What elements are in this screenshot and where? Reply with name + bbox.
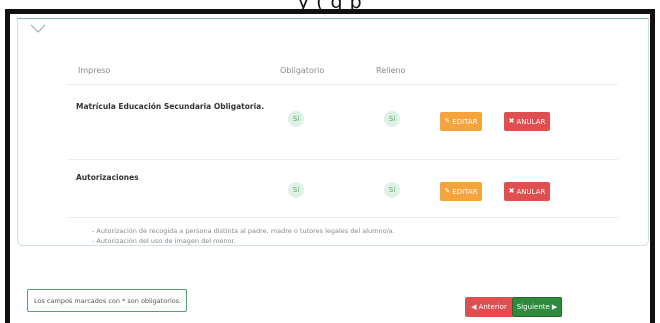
relleno-badge: Sí: [384, 111, 400, 127]
next-button[interactable]: Siguiente ▶: [512, 297, 562, 317]
pencil-icon: ✎: [444, 187, 451, 195]
required-fields-notice: Los campos marcados con * son obligatori…: [27, 289, 187, 312]
pencil-icon: ✎: [444, 117, 451, 125]
previous-button-label: Anterior: [478, 303, 507, 311]
edit-button[interactable]: ✎ EDITAR: [440, 112, 482, 131]
authorization-note: - Autorización de recogida a persona dis…: [92, 227, 395, 235]
cancel-button-label: ANULAR: [516, 187, 546, 196]
divider: [68, 84, 618, 85]
relleno-badge: Sí: [384, 182, 400, 198]
x-icon: ✖: [508, 187, 515, 195]
table-row-title: Matrícula Educación Secundaria Obligator…: [76, 102, 265, 111]
column-header-impreso: Impreso: [78, 66, 111, 75]
previous-button[interactable]: ◀ Anterior: [465, 297, 513, 317]
divider: [68, 217, 618, 218]
cancel-button-label: ANULAR: [516, 117, 546, 126]
edit-button-label: EDITAR: [452, 187, 478, 196]
obligatorio-badge: Sí: [288, 111, 304, 127]
cancel-button[interactable]: ✖ ANULAR: [504, 112, 550, 131]
edit-button-label: EDITAR: [452, 117, 478, 126]
arrow-left-icon: ◀: [471, 302, 477, 311]
column-header-relleno: Relleno: [376, 66, 406, 75]
x-icon: ✖: [508, 117, 515, 125]
cancel-button[interactable]: ✖ ANULAR: [504, 182, 550, 201]
arrow-right-icon: ▶: [551, 302, 558, 311]
window-frame: Impreso Obligatorio Relleno Matrícula Ed…: [5, 9, 655, 323]
divider: [68, 159, 618, 160]
obligatorio-badge: Sí: [288, 182, 304, 198]
authorization-note: - Autorización del uso de imagen del men…: [92, 237, 236, 245]
edit-button[interactable]: ✎ EDITAR: [440, 182, 482, 201]
chevron-down-icon[interactable]: [30, 23, 46, 35]
forms-panel: Impreso Obligatorio Relleno Matrícula Ed…: [17, 18, 649, 246]
column-header-obligatorio: Obligatorio: [280, 66, 325, 75]
next-button-label: Siguiente: [516, 303, 550, 311]
table-row-title: Autorizaciones: [76, 173, 139, 182]
